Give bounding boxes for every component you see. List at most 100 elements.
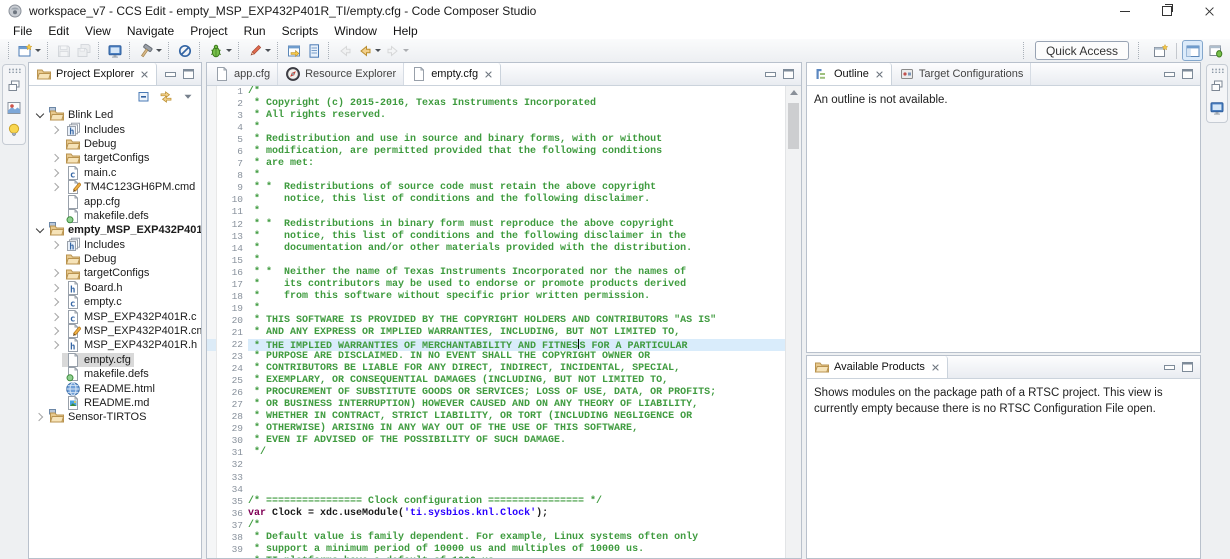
code-line[interactable]: 11 * [207, 206, 785, 219]
code-line[interactable]: 33 [207, 471, 785, 484]
save-all-button[interactable] [74, 41, 94, 61]
code-line[interactable]: 22 * THE IMPLIED WARRANTIES OF MERCHANTA… [207, 338, 785, 352]
tab-app-cfg[interactable]: app.cfg [207, 63, 279, 85]
code-line[interactable]: 27 * OR BUSINESS INTERRUPTION) HOWEVER C… [207, 399, 785, 412]
collapsed-chevron-icon[interactable] [49, 298, 62, 307]
menu-run[interactable]: Run [236, 24, 274, 38]
tree-item-empty-cfg[interactable]: empty.cfg [29, 352, 201, 368]
link-editor-button[interactable] [158, 88, 174, 104]
monitor-view-button[interactable] [1207, 99, 1227, 117]
minimize-panel-button[interactable] [765, 71, 776, 77]
code-line[interactable]: 29 * OTHERWISE) ARISING IN ANY WAY OUT O… [207, 423, 785, 436]
collapsed-chevron-icon[interactable] [49, 283, 62, 293]
maximize-panel-button[interactable] [183, 69, 194, 79]
monitor-button[interactable] [105, 41, 125, 61]
minimize-panel-button[interactable] [1164, 71, 1175, 77]
quick-access-button[interactable]: Quick Access [1034, 41, 1129, 60]
tree-item-targetconfigs[interactable]: targetConfigs [29, 151, 201, 165]
collapsed-chevron-icon[interactable] [33, 413, 46, 422]
menu-edit[interactable]: Edit [40, 24, 77, 38]
collapsed-chevron-icon[interactable] [49, 240, 62, 249]
code-line[interactable]: 40 * TI platforms have a default of 1000… [207, 555, 785, 558]
code-line[interactable]: 15 * [207, 254, 785, 267]
tree-item-makefile-defs[interactable]: makefile.defs [29, 367, 201, 382]
collapsed-chevron-icon[interactable] [49, 312, 62, 321]
collapse-all-button[interactable] [136, 88, 152, 104]
code-line[interactable]: 4 * [207, 122, 785, 135]
tab-empty-cfg[interactable]: empty.cfg [404, 63, 502, 85]
tree-item-tm4c123gh6pm-cmd[interactable]: TM4C123GH6PM.cmd [29, 180, 201, 195]
code-line[interactable]: 7 * are met: [207, 158, 785, 171]
back-arrow-button[interactable] [335, 41, 355, 61]
collapsed-chevron-icon[interactable] [49, 269, 62, 278]
goto-window-button[interactable] [284, 41, 304, 61]
collapsed-chevron-icon[interactable] [49, 326, 62, 336]
tree-item-includes[interactable]: h Includes [29, 122, 201, 137]
scrollbar-thumb[interactable] [788, 103, 799, 149]
open-perspective-button[interactable] [1150, 40, 1171, 61]
tree-item-debug[interactable]: Debug [29, 252, 201, 266]
tree-item-board-h[interactable]: h Board.h [29, 280, 201, 295]
code-line[interactable]: 13 * notice, this list of conditions and… [207, 230, 785, 243]
save-button[interactable] [54, 41, 74, 61]
code-line[interactable]: 12 * * Redistributions in binary form mu… [207, 218, 785, 231]
minimize-panel-button[interactable] [1164, 364, 1175, 370]
code-line[interactable]: 36 var Clock = xdc.useModule('ti.sysbios.… [207, 507, 785, 520]
code-line[interactable]: 39 * support a minimum period of 10000 u… [207, 543, 785, 556]
pencil-button[interactable] [245, 41, 273, 61]
minimize-button[interactable] [1104, 0, 1146, 22]
code-line[interactable]: 16 * * Neither the name of Texas Instrum… [207, 266, 785, 279]
tree-item-targetconfigs[interactable]: targetConfigs [29, 266, 201, 280]
minimize-panel-button[interactable] [165, 71, 176, 77]
collapsed-chevron-icon[interactable] [49, 182, 62, 192]
tree-item-app-cfg[interactable]: app.cfg [29, 194, 201, 209]
expanded-chevron-icon[interactable] [33, 109, 46, 118]
collapsed-chevron-icon[interactable] [49, 125, 62, 134]
code-line[interactable]: 38 * Default value is family dependent. … [207, 531, 785, 544]
code-line[interactable]: 3 * All rights reserved. [207, 110, 785, 123]
tree-item-empty-c[interactable]: c empty.c [29, 295, 201, 310]
view-menu-button[interactable] [180, 88, 196, 104]
close-icon[interactable] [484, 70, 493, 79]
tree-item-readme-md[interactable]: README.md [29, 396, 201, 411]
menu-file[interactable]: File [5, 24, 40, 38]
code-line[interactable]: 5 * Redistribution and use in source and… [207, 134, 785, 147]
back-arrow-gold-button[interactable] [355, 41, 383, 61]
code-line[interactable]: 34 [207, 483, 785, 496]
ccs-debug-perspective-button[interactable] [1205, 40, 1226, 61]
maximize-panel-button[interactable] [1182, 69, 1193, 79]
forward-arrow-button[interactable] [383, 41, 411, 61]
menu-view[interactable]: View [77, 24, 119, 38]
code-editor[interactable]: 1/* 2 * Copyright (c) 2015-2016, Texas In… [207, 86, 801, 558]
getting-started-button[interactable] [4, 99, 24, 117]
code-line[interactable]: 26 * PROCUREMENT OF SUBSTITUTE GOODS OR … [207, 387, 785, 400]
menu-help[interactable]: Help [385, 24, 426, 38]
code-line[interactable]: 8 * [207, 170, 785, 183]
code-line[interactable]: 24 * CONTRIBUTORS BE LIABLE FOR ANY DIRE… [207, 363, 785, 376]
code-line[interactable]: 35/* ================ Clock configuratio… [207, 495, 785, 508]
tree-item-main-c[interactable]: c main.c [29, 165, 201, 180]
menu-scripts[interactable]: Scripts [274, 24, 327, 38]
ccs-edit-perspective-button[interactable] [1182, 40, 1203, 61]
code-line[interactable]: 21 * AND ANY EXPRESS OR IMPLIED WARRANTI… [207, 326, 785, 339]
tree-item-includes[interactable]: h Includes [29, 237, 201, 252]
tab-outline[interactable]: Outline [807, 63, 892, 85]
code-line[interactable]: 37/* [207, 519, 785, 532]
blue-file-button[interactable] [304, 41, 324, 61]
tree-item-msp-exp432p401r-c[interactable]: c MSP_EXP432P401R.c [29, 309, 201, 324]
new-wizard-button[interactable] [15, 41, 43, 61]
tree-item-makefile-defs[interactable]: makefile.defs [29, 208, 201, 224]
collapsed-chevron-icon[interactable] [49, 341, 62, 350]
collapsed-chevron-icon[interactable] [49, 168, 62, 177]
tree-item-sensor-tirtos[interactable]: Sensor-TIRTOS [29, 409, 201, 424]
close-icon[interactable] [931, 363, 940, 372]
lightbulb-button[interactable] [4, 121, 24, 139]
maximize-panel-button[interactable] [783, 69, 794, 79]
code-line[interactable]: 19 * [207, 302, 785, 315]
drag-handle[interactable] [1210, 68, 1224, 73]
tree-item-msp-exp432p401r-h[interactable]: h MSP_EXP432P401R.h [29, 338, 201, 353]
code-line[interactable]: 1/* [207, 86, 785, 99]
close-icon[interactable] [875, 70, 884, 79]
code-line[interactable]: 10 * notice, this list of conditions and… [207, 194, 785, 207]
restore-button[interactable] [1146, 0, 1188, 22]
